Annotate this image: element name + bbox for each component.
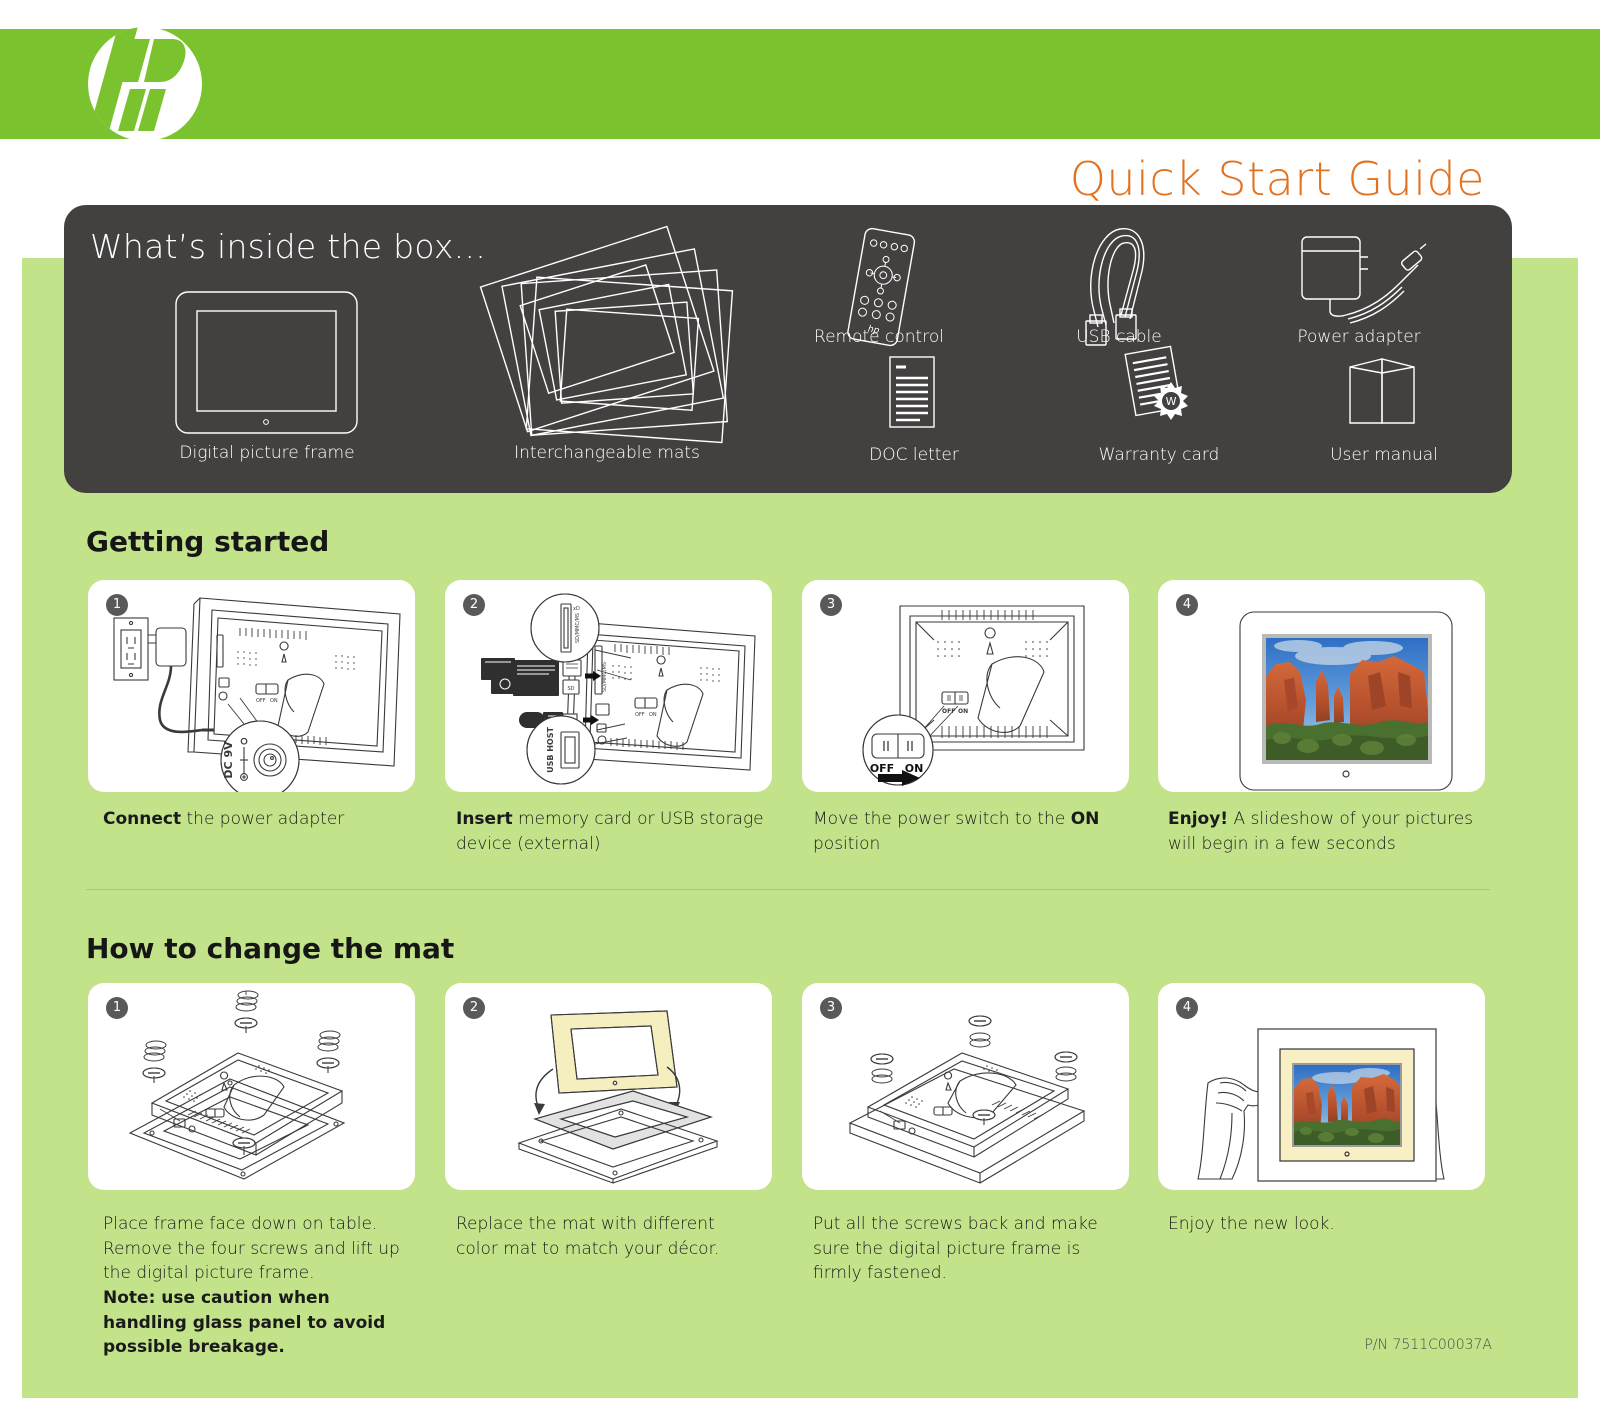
accessory-label-frame: Digital picture frame [179, 443, 355, 463]
warranty-card-icon: W [1119, 345, 1199, 435]
picture-frame-icon [174, 290, 359, 435]
svg-text:OFF: OFF [870, 762, 894, 775]
user-manual-icon [1344, 353, 1422, 431]
caption-rest: Move the power switch to the [813, 809, 1071, 829]
svg-text:DC 9V: DC 9V [222, 741, 235, 779]
getting-started-caption-3: Move the power switch to the ON position [813, 807, 1138, 856]
step-number-badge: 3 [820, 997, 842, 1019]
hp-logo [88, 27, 202, 141]
accessory-label-remote: Remote control [814, 327, 944, 347]
caption-rest-2: position [813, 833, 881, 854]
document-icon [884, 353, 944, 433]
step-number-badge: 2 [463, 997, 485, 1019]
frame-slideshow-illustration [1239, 611, 1453, 791]
caption-bold: Connect [103, 809, 182, 829]
power-adapter-to-outlet-illustration: OFF ON DC 9V [113, 597, 401, 792]
svg-text:ON: ON [649, 712, 657, 718]
svg-text:ON: ON [958, 708, 968, 715]
accessory-label-power: Power adapter [1297, 327, 1421, 347]
reattach-screws-illustration [848, 1015, 1086, 1184]
accessory-label-warranty: Warranty card [1098, 445, 1220, 465]
change-mat-caption-1: Place frame face down on table. Remove t… [103, 1212, 413, 1360]
step-number-badge: 4 [1176, 594, 1198, 616]
power-switch-illustration: OFF ON OFF ON [862, 605, 1085, 786]
getting-started-step-1-card: 1 OFF ON DC 9V [88, 580, 415, 792]
brand-header-bar [0, 29, 1600, 139]
whats-inside-the-box-panel: What’s inside the box... hp W Digital pi… [64, 205, 1512, 493]
step-number-badge: 4 [1176, 997, 1198, 1019]
getting-started-caption-4: Enjoy! A slideshow of your pictures will… [1168, 807, 1498, 856]
mats-stack-icon [454, 220, 754, 470]
swap-mat-illustration [517, 1010, 719, 1184]
svg-text:W: W [1166, 395, 1177, 408]
svg-text:xD: xD [573, 606, 580, 612]
hands-holding-frame-illustration [1197, 1028, 1445, 1182]
svg-text:USB HOST: USB HOST [546, 727, 555, 773]
change-mat-step-2-card: 2 [445, 983, 772, 1190]
step-number-badge: 1 [106, 997, 128, 1019]
svg-text:OFF: OFF [635, 712, 645, 718]
svg-text:ON: ON [270, 698, 278, 704]
caption-bold: ON [1070, 809, 1100, 829]
caption-rest: the power adapter [181, 809, 345, 829]
remove-screws-illustration [128, 990, 346, 1180]
getting-started-caption-2: Insert memory card or USB storage device… [456, 807, 781, 856]
getting-started-caption-1: Connect the power adapter [103, 807, 433, 832]
getting-started-step-2-card: 2 OFF ON SD/MMC/MS SD SD/MMC/MS xD USB H… [445, 580, 772, 792]
step-number-badge: 3 [820, 594, 842, 616]
accessory-label-doc: DOC letter [869, 445, 959, 465]
step-number-badge: 1 [106, 594, 128, 616]
change-mat-caption-4: Enjoy the new look. [1168, 1214, 1335, 1234]
caption-bold: Insert [456, 809, 513, 829]
page-title: Quick Start Guide [1069, 152, 1485, 206]
caption-text: Place frame face down on table. Remove t… [103, 1214, 400, 1284]
change-mat-step-1-card: 1 [88, 983, 415, 1190]
change-mat-caption-2: Replace the mat with different color mat… [456, 1214, 720, 1259]
caption-note: Note: use caution when handling glass pa… [103, 1287, 386, 1358]
svg-text:SD/MMC/MS: SD/MMC/MS [602, 662, 608, 692]
section-divider [86, 889, 1490, 890]
change-mat-heading: How to change the mat [86, 932, 455, 965]
accessory-label-usb: USB cable [1076, 327, 1162, 347]
change-mat-step-4-card: 4 [1158, 983, 1485, 1190]
svg-text:SD/MMC/MS: SD/MMC/MS [575, 613, 581, 643]
part-number: P/N 7511C00037A [1364, 1337, 1492, 1353]
getting-started-step-3-card: 3 OFF ON OFF ON [802, 580, 1129, 792]
svg-text:OFF: OFF [256, 698, 266, 704]
change-mat-step-3-card: 3 [802, 983, 1129, 1190]
getting-started-step-4-card: 4 [1158, 580, 1485, 792]
memory-card-usb-insert-illustration: OFF ON SD/MMC/MS SD SD/MMC/MS xD USB HOS… [481, 593, 756, 785]
caption-bold: Enjoy! [1168, 809, 1229, 829]
accessory-label-mats: Interchangeable mats [514, 443, 700, 463]
whats-inside-heading: What’s inside the box... [90, 227, 487, 266]
step-number-badge: 2 [463, 594, 485, 616]
change-mat-caption-3: Put all the screws back and make sure th… [813, 1214, 1098, 1284]
svg-text:SD: SD [567, 686, 574, 692]
accessory-label-manual: User manual [1330, 445, 1438, 465]
getting-started-heading: Getting started [86, 525, 330, 558]
